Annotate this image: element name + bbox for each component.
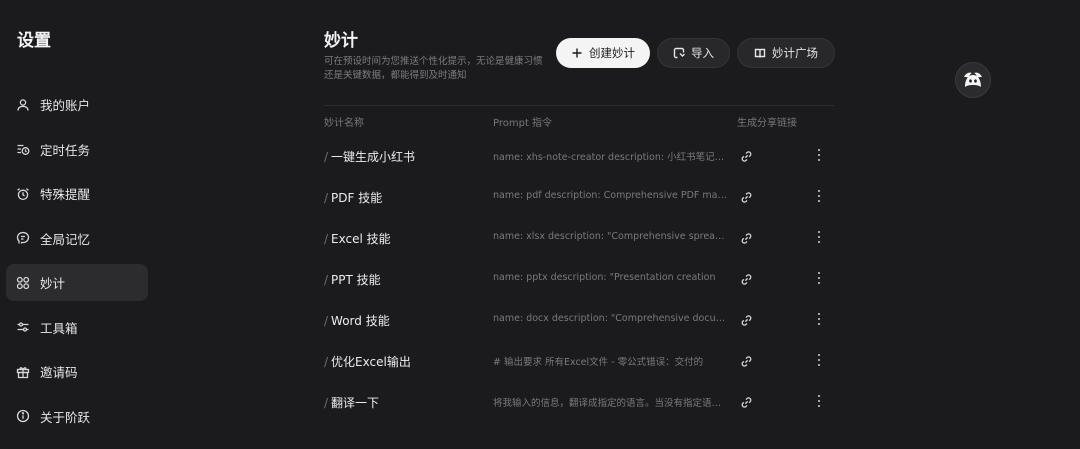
row-prompt: # 输出要求 所有Excel文件 - 零公式错误：交付的 (493, 357, 704, 368)
share-link-icon[interactable] (740, 189, 754, 203)
sidebar-item-account[interactable]: 我的账户 (6, 86, 148, 123)
sidebar: 设置 我的账户 定时任务 特殊提醒 全局记忆 妙计 工具箱 邀请码 关于阶跃 (0, 0, 156, 449)
share-link-icon[interactable] (740, 230, 754, 244)
sidebar-nav: 我的账户 定时任务 特殊提醒 全局记忆 妙计 工具箱 邀请码 关于阶跃 (6, 86, 148, 442)
row-name-text: Word 技能 (331, 314, 390, 328)
table-row[interactable]: / Word 技能 name: docx description: "Compre… (324, 298, 836, 339)
row-name: / PPT 技能 (324, 273, 381, 287)
share-link-icon[interactable] (740, 353, 754, 367)
table-row[interactable]: / 一键生成小红书 name: xhs-note-creator descript… (324, 134, 836, 175)
import-button-label: 导入 (691, 46, 714, 60)
user-icon (16, 98, 30, 112)
share-link-icon[interactable] (740, 394, 754, 408)
more-options-icon[interactable] (814, 394, 824, 408)
row-prompt: name: pdf description: Comprehensive PDF… (493, 190, 728, 201)
create-button-label: 创建妙计 (589, 46, 635, 60)
table-row[interactable]: / PPT 技能 name: pptx description: "Present… (324, 257, 836, 298)
sidebar-item-label: 关于阶跃 (40, 409, 91, 425)
share-link-icon[interactable] (740, 312, 754, 326)
sidebar-item-label: 妙计 (40, 276, 66, 291)
column-header-name: 妙计名称 (324, 118, 364, 129)
more-options-icon[interactable] (814, 148, 824, 162)
row-name-text: Excel 技能 (331, 232, 391, 246)
grid-circles-icon (16, 276, 30, 290)
sidebar-item-toolbox[interactable]: 工具箱 (6, 309, 148, 346)
header-divider (324, 105, 834, 106)
row-name: / 翻译一下 (324, 396, 380, 410)
row-name: / PDF 技能 (324, 191, 383, 205)
sidebar-item-scheduled-tasks[interactable]: 定时任务 (6, 131, 148, 168)
row-name-text: 翻译一下 (331, 396, 380, 410)
row-name-text: 优化Excel输出 (331, 355, 411, 369)
row-prompt: 将我输入的信息，翻译成指定的语言。当没有指定语言时 (493, 398, 728, 409)
miaoji-plaza-button[interactable]: 妙计广场 (737, 38, 835, 68)
plaza-button-label: 妙计广场 (772, 46, 818, 60)
plus-icon (572, 48, 582, 58)
share-link-icon[interactable] (740, 148, 754, 162)
row-prompt: name: xlsx description: "Comprehensive s… (493, 231, 728, 242)
row-prompt: name: xhs-note-creator description: 小红书笔… (493, 152, 728, 163)
row-name: / Excel 技能 (324, 232, 391, 246)
sidebar-item-label: 工具箱 (40, 320, 78, 336)
import-icon (673, 47, 685, 59)
import-button[interactable]: 导入 (657, 38, 730, 68)
row-prompt: name: docx description: "Comprehensive d… (493, 313, 728, 324)
table-header: 妙计名称 Prompt 指令 生成分享链接 (324, 114, 834, 129)
table-row[interactable]: / 优化Excel输出 # 输出要求 所有Excel文件 - 零公式错误：交付的 (324, 339, 836, 380)
row-prompt: name: pptx description: "Presentation cr… (493, 272, 716, 283)
sidebar-item-label: 特殊提醒 (40, 187, 91, 202)
page-title: 妙计 (324, 31, 358, 51)
avatar-mascot-icon (964, 72, 982, 87)
alarm-clock-icon (16, 187, 30, 201)
more-options-icon[interactable] (814, 312, 824, 326)
info-icon (16, 409, 30, 423)
column-header-share: 生成分享链接 (737, 118, 797, 129)
sidebar-item-reminders[interactable]: 特殊提醒 (6, 175, 148, 212)
sidebar-item-label: 全局记忆 (40, 231, 91, 247)
sidebar-item-miaoji[interactable]: 妙计 (6, 264, 148, 301)
share-link-icon[interactable] (740, 271, 754, 285)
book-icon (754, 48, 766, 58)
sidebar-item-invite-code[interactable]: 邀请码 (6, 353, 148, 390)
sliders-icon (16, 320, 30, 334)
sidebar-item-about[interactable]: 关于阶跃 (6, 398, 148, 435)
sidebar-title: 设置 (17, 31, 51, 51)
row-name-text: PDF 技能 (331, 191, 383, 205)
row-name: / 一键生成小红书 (324, 150, 416, 164)
page-description: 可在预设时间为您推送个性化提示，无论是健康习惯还是关键数据，都能得到及时通知 (324, 56, 543, 81)
row-name: / 优化Excel输出 (324, 355, 411, 369)
row-name: / Word 技能 (324, 314, 390, 328)
settings-window: 设置 我的账户 定时任务 特殊提醒 全局记忆 妙计 工具箱 邀请码 关于阶跃 妙… (0, 0, 1080, 449)
row-name-text: 一键生成小红书 (331, 150, 416, 164)
miaoji-table: / 一键生成小红书 name: xhs-note-creator descript… (324, 134, 836, 421)
create-miaoji-button[interactable]: 创建妙计 (556, 38, 650, 68)
avatar[interactable] (955, 62, 991, 98)
table-row[interactable]: / 翻译一下 将我输入的信息，翻译成指定的语言。当没有指定语言时 (324, 380, 836, 421)
more-options-icon[interactable] (814, 271, 824, 285)
gift-icon (16, 365, 30, 379)
sidebar-item-label: 我的账户 (40, 98, 91, 113)
column-header-prompt: Prompt 指令 (493, 118, 553, 129)
scheduled-task-icon (16, 142, 30, 156)
sidebar-item-label: 邀请码 (40, 365, 78, 380)
memory-icon (16, 231, 30, 245)
more-options-icon[interactable] (814, 230, 824, 244)
sidebar-item-label: 定时任务 (40, 142, 91, 158)
more-options-icon[interactable] (814, 353, 824, 367)
sidebar-item-global-memory[interactable]: 全局记忆 (6, 220, 148, 257)
row-name-text: PPT 技能 (331, 273, 381, 287)
more-options-icon[interactable] (814, 189, 824, 203)
table-row[interactable]: / Excel 技能 name: xlsx description: "Compr… (324, 216, 836, 257)
table-row[interactable]: / PDF 技能 name: pdf description: Comprehen… (324, 175, 836, 216)
